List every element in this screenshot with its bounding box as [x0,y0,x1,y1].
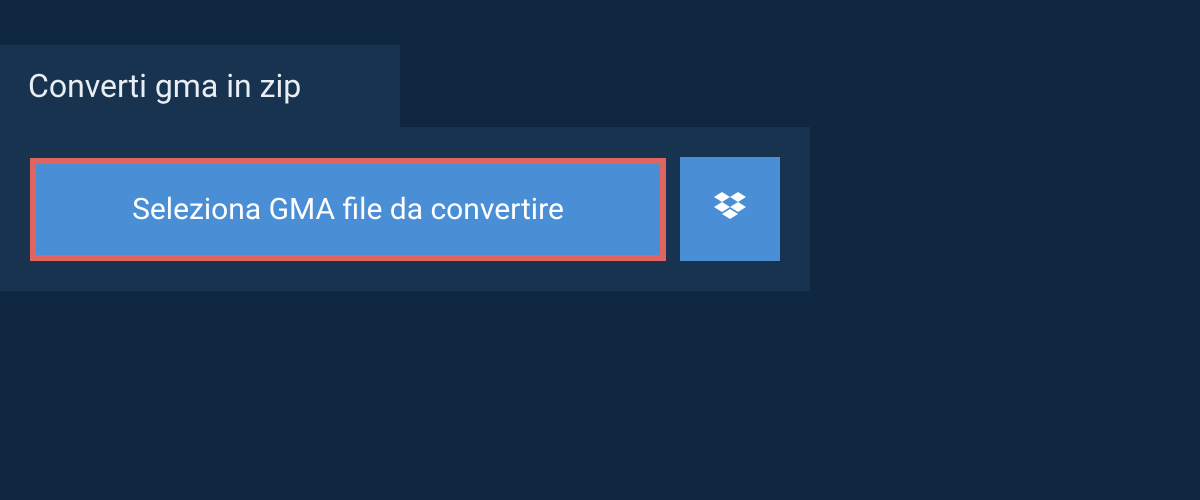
tab-header: Converti gma in zip [0,45,400,127]
select-file-button[interactable]: Seleziona GMA file da convertire [30,158,666,261]
tab-title: Converti gma in zip [28,67,360,105]
dropbox-icon [710,188,750,231]
dropbox-button[interactable] [680,157,780,261]
content-panel: Seleziona GMA file da convertire [0,127,810,291]
